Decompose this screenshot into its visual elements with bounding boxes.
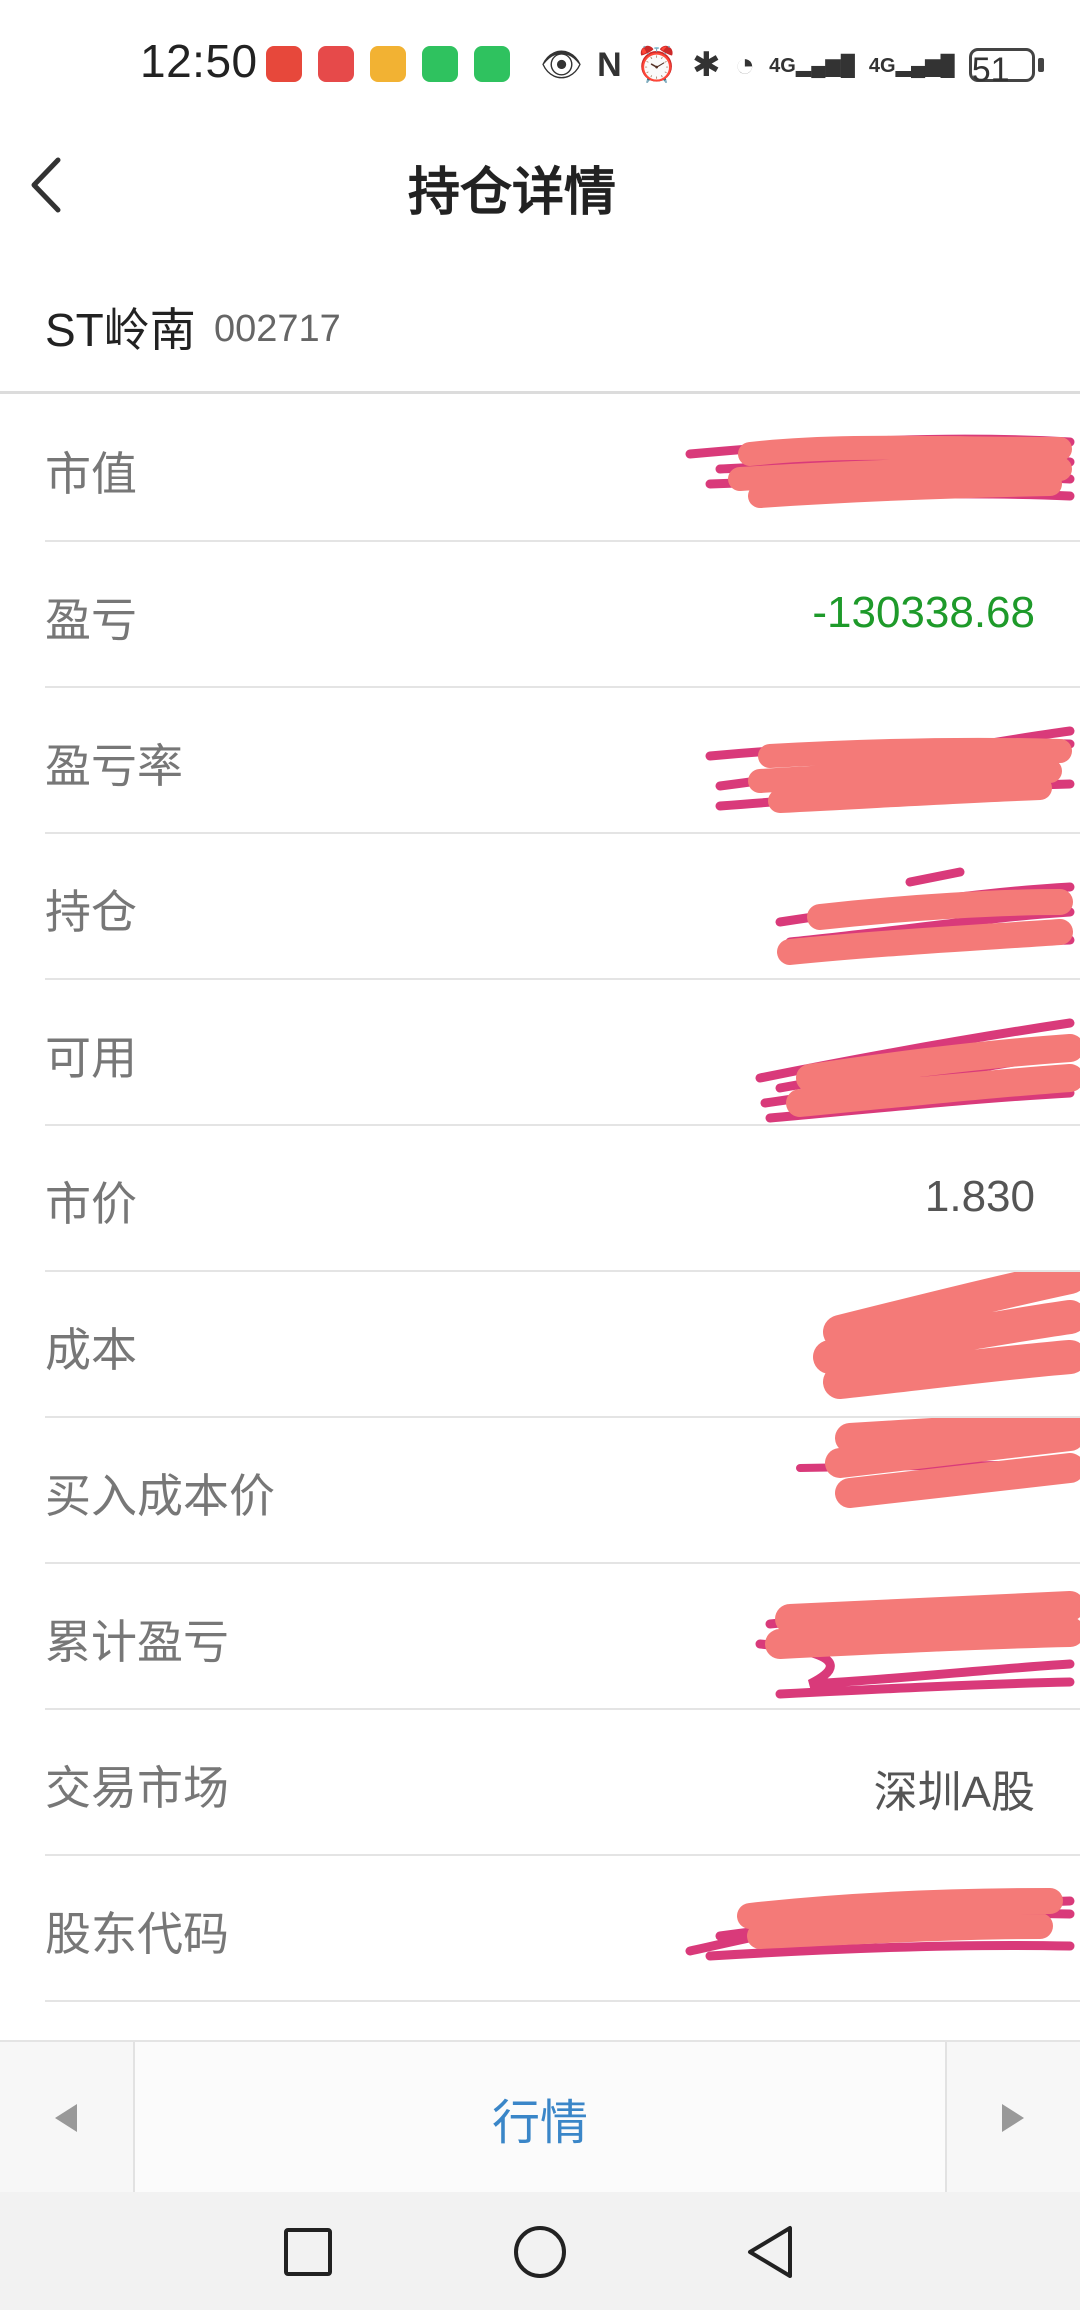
- nav-bar: 持仓详情: [0, 120, 1080, 250]
- triangle-right-icon: [1002, 2104, 1024, 2132]
- triangle-left-icon: [55, 2104, 77, 2132]
- row-label: 股东代码: [45, 1908, 229, 1960]
- row-trading-market: 交易市场 深圳A股: [45, 1710, 1080, 1856]
- eye-icon: 👁: [540, 46, 584, 84]
- recents-square-icon[interactable]: [278, 2222, 338, 2282]
- profit-loss-value: -130338.68: [812, 588, 1035, 637]
- alarm-icon: ⏰: [635, 46, 679, 84]
- row-shareholder-code: 股东代码: [45, 1856, 1080, 2002]
- back-triangle-icon[interactable]: [740, 2222, 800, 2282]
- signal-4g-icon: 4G▂▄▆█: [868, 54, 955, 77]
- status-bar: 12:50 👁 N ⏰ ✱ ◔ 4G▂▄▆█ 4G▂▄▆█ 51: [0, 0, 1080, 120]
- row-label: 持仓: [45, 886, 137, 938]
- system-status-icons: 👁 N ⏰ ✱ ◔ 4G▂▄▆█ 4G▂▄▆█ 51: [540, 40, 1044, 90]
- trading-market-value: 深圳A股: [873, 1768, 1035, 1817]
- next-stock-button[interactable]: [945, 2042, 1080, 2194]
- wechat-icon: [422, 46, 458, 82]
- row-label: 市值: [45, 448, 137, 500]
- row-label: 盈亏: [45, 594, 137, 646]
- wifi-icon: ◔: [734, 45, 756, 84]
- stock-header: ST岭南 002717: [0, 250, 1080, 394]
- row-label: 累计盈亏: [45, 1616, 229, 1668]
- stock-code: 002717: [214, 308, 341, 350]
- row-label: 买入成本价: [45, 1470, 275, 1522]
- stock-name: ST岭南: [45, 304, 196, 356]
- row-label: 交易市场: [45, 1762, 229, 1814]
- row-label: 盈亏率: [45, 740, 183, 792]
- row-cumulative-profit-loss: 累计盈亏: [45, 1564, 1080, 1710]
- row-market-value: 市值: [45, 396, 1080, 542]
- redaction-scribble: [796, 1418, 1080, 1508]
- redaction-scribble: [755, 1591, 1080, 1699]
- row-holding: 持仓: [45, 834, 1080, 980]
- status-time: 12:50: [140, 35, 258, 87]
- row-cost: 成本: [45, 1272, 1080, 1418]
- redaction-scribble: [685, 1888, 1075, 1961]
- redaction-scribble: [775, 867, 1075, 965]
- row-profit-loss: 盈亏 -130338.68: [45, 542, 1080, 688]
- bluetooth-icon: ✱: [692, 46, 721, 84]
- market-quote-tab[interactable]: 行情: [135, 2042, 945, 2194]
- redaction-scribble: [755, 1018, 1080, 1123]
- position-detail-list: 市值 盈亏 -130338.68 盈亏率 持仓 可用 市价 1.830 成本 买…: [0, 396, 1080, 2002]
- redaction-scribble: [705, 726, 1075, 813]
- battery-level: 51: [968, 48, 1035, 89]
- row-buy-cost-price: 买入成本价: [45, 1418, 1080, 1564]
- battery-icon: 51: [968, 48, 1044, 89]
- market-price-value: 1.830: [924, 1172, 1035, 1221]
- app-red-icon: [266, 46, 302, 82]
- system-nav-bar: [0, 2192, 1080, 2310]
- wechat-icon: [474, 46, 510, 82]
- row-profit-loss-rate: 盈亏率: [45, 688, 1080, 834]
- row-label: 成本: [45, 1324, 137, 1376]
- weibo-icon: [370, 46, 406, 82]
- page-title: 持仓详情: [407, 164, 616, 222]
- bottom-tab-bar: 行情: [0, 2040, 1080, 2194]
- row-label: 可用: [45, 1032, 137, 1084]
- row-label: 市价: [45, 1178, 137, 1230]
- nfc-icon: N: [597, 45, 622, 84]
- market-quote-label: 行情: [491, 2097, 588, 2150]
- signal-4g-icon: 4G▂▄▆█: [769, 54, 855, 77]
- home-circle-icon[interactable]: [510, 2222, 570, 2282]
- app-book-icon: [318, 46, 354, 82]
- row-market-price: 市价 1.830: [45, 1126, 1080, 1272]
- row-available: 可用: [45, 980, 1080, 1126]
- prev-stock-button[interactable]: [0, 2042, 135, 2194]
- redaction-scribble: [685, 434, 1075, 508]
- redaction-scribble: [813, 1272, 1080, 1399]
